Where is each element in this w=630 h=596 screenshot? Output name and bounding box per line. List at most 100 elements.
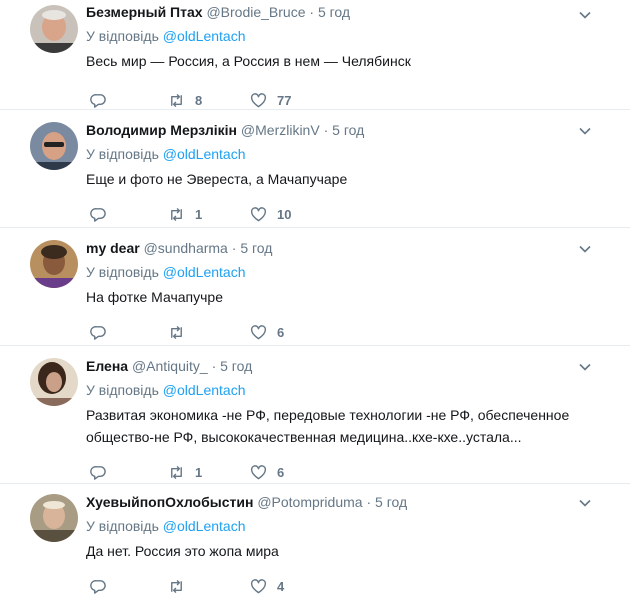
reply-button[interactable] xyxy=(90,462,107,482)
author-handle[interactable]: @MerzlikinV xyxy=(241,122,320,138)
tweet-actions: 4 xyxy=(86,576,630,596)
like-button[interactable]: 4 xyxy=(250,576,284,596)
tweet-actions: 8 77 xyxy=(86,90,630,110)
tweet-text: Да нет. Россия это жопа мира xyxy=(86,543,279,559)
reply-prefix: У відповідь xyxy=(86,146,159,162)
like-button[interactable]: 77 xyxy=(250,90,291,110)
author-name[interactable]: Елена xyxy=(86,358,128,374)
tweet-header: ХуевыйпопОхлобыстин @Potompriduma · 5 го… xyxy=(86,492,630,512)
retweet-icon xyxy=(171,93,182,107)
reply-to-link[interactable]: @oldLentach xyxy=(163,382,246,398)
reply-prefix: У відповідь xyxy=(86,382,159,398)
author-name[interactable]: ХуевыйпопОхлобыстин xyxy=(86,494,253,510)
tweet[interactable]: ХуевыйпопОхлобыстин @Potompriduma · 5 го… xyxy=(0,484,630,595)
like-count: 10 xyxy=(277,206,292,222)
tweet[interactable]: Володимир Мерзлікін @MerzlikinV · 5 год … xyxy=(0,110,630,228)
like-count: 4 xyxy=(277,578,285,594)
reply-button[interactable] xyxy=(90,322,107,342)
tweet-text: Еще и фото не Эвереста, а Мачапучаре xyxy=(86,171,348,187)
reply-icon xyxy=(90,207,106,222)
reply-context: У відповідь @oldLentach xyxy=(86,516,630,536)
heart-icon xyxy=(250,464,267,479)
avatar[interactable] xyxy=(30,5,78,53)
avatar[interactable] xyxy=(30,122,78,170)
reply-prefix: У відповідь xyxy=(86,28,159,44)
reply-prefix: У відповідь xyxy=(86,264,159,280)
retweet-count: 1 xyxy=(195,206,203,222)
author-name[interactable]: my dear xyxy=(86,240,140,256)
tweet-actions: 1 10 xyxy=(86,204,630,224)
reply-icon xyxy=(90,325,106,340)
retweet-button[interactable] xyxy=(168,576,195,596)
retweet-button[interactable]: 8 xyxy=(168,90,202,110)
chevron-down-icon[interactable] xyxy=(578,124,592,138)
author-handle[interactable]: @sundharma xyxy=(144,240,228,256)
tweet-text: На фотке Мачапучре xyxy=(86,289,223,305)
timestamp[interactable]: 5 год xyxy=(240,240,272,256)
reply-icon xyxy=(90,579,106,594)
chevron-down-icon[interactable] xyxy=(578,242,592,256)
tweet-header: Безмерный Птах @Brodie_Bruce · 5 год xyxy=(86,2,630,22)
tweet-header: Елена @Antiquity_ · 5 год xyxy=(86,356,630,376)
reply-button[interactable] xyxy=(90,204,107,224)
retweet-icon xyxy=(171,207,182,221)
like-count: 6 xyxy=(277,324,285,340)
tweet-header: Володимир Мерзлікін @MerzlikinV · 5 год xyxy=(86,120,630,140)
reply-prefix: У відповідь xyxy=(86,518,159,534)
author-name[interactable]: Володимир Мерзлікін xyxy=(86,122,237,138)
author-handle[interactable]: @Potompriduma xyxy=(257,494,362,510)
reply-context: У відповідь @oldLentach xyxy=(86,26,630,46)
tweet[interactable]: my dear @sundharma · 5 год У відповідь @… xyxy=(0,228,630,346)
avatar[interactable] xyxy=(30,240,78,288)
tweet-feed: Безмерный Птах @Brodie_Bruce · 5 год У в… xyxy=(0,0,630,595)
reply-context: У відповідь @oldLentach xyxy=(86,262,630,282)
reply-icon xyxy=(90,465,106,480)
like-count: 6 xyxy=(277,464,285,480)
reply-to-link[interactable]: @oldLentach xyxy=(163,28,246,44)
reply-to-link[interactable]: @oldLentach xyxy=(163,146,246,162)
timestamp[interactable]: 5 год xyxy=(332,122,364,138)
chevron-down-icon[interactable] xyxy=(578,360,592,374)
chevron-down-icon[interactable] xyxy=(578,496,592,510)
tweet-actions: 6 xyxy=(86,322,630,342)
retweet-button[interactable]: 1 xyxy=(168,204,202,224)
retweet-icon xyxy=(171,325,182,339)
separator-dot: · xyxy=(211,358,217,374)
tweet[interactable]: Елена @Antiquity_ · 5 год У відповідь @o… xyxy=(0,346,630,484)
separator-dot: · xyxy=(231,240,237,256)
retweet-button[interactable] xyxy=(168,322,195,342)
timestamp[interactable]: 5 год xyxy=(375,494,407,510)
reply-icon xyxy=(90,93,106,108)
heart-icon xyxy=(250,92,267,107)
like-button[interactable]: 6 xyxy=(250,322,284,342)
author-name[interactable]: Безмерный Птах xyxy=(86,4,203,20)
retweet-button[interactable]: 1 xyxy=(168,462,202,482)
like-button[interactable]: 10 xyxy=(250,204,291,224)
author-handle[interactable]: @Brodie_Bruce xyxy=(206,4,305,20)
retweet-count: 1 xyxy=(195,464,203,480)
separator-dot: · xyxy=(309,4,315,20)
reply-to-link[interactable]: @oldLentach xyxy=(163,518,246,534)
tweet-actions: 1 6 xyxy=(86,462,630,482)
reply-button[interactable] xyxy=(90,576,107,596)
reply-context: У відповідь @oldLentach xyxy=(86,144,630,164)
separator-dot: · xyxy=(366,494,372,510)
reply-context: У відповідь @oldLentach xyxy=(86,380,630,400)
timestamp[interactable]: 5 год xyxy=(318,4,350,20)
reply-to-link[interactable]: @oldLentach xyxy=(163,264,246,280)
like-count: 77 xyxy=(277,92,292,108)
chevron-down-icon[interactable] xyxy=(578,8,592,22)
like-button[interactable]: 6 xyxy=(250,462,284,482)
timestamp[interactable]: 5 год xyxy=(220,358,252,374)
heart-icon xyxy=(250,578,267,593)
reply-button[interactable] xyxy=(90,90,107,110)
retweet-icon xyxy=(171,465,182,479)
tweet-text: Развитая экономика -не РФ, передовые тех… xyxy=(86,407,570,445)
retweet-icon xyxy=(171,579,182,593)
heart-icon xyxy=(250,324,267,339)
author-handle[interactable]: @Antiquity_ xyxy=(132,358,208,374)
avatar[interactable] xyxy=(30,494,78,542)
tweet[interactable]: Безмерный Птах @Brodie_Bruce · 5 год У в… xyxy=(0,0,630,110)
avatar[interactable] xyxy=(30,358,78,406)
tweet-header: my dear @sundharma · 5 год xyxy=(86,238,630,258)
